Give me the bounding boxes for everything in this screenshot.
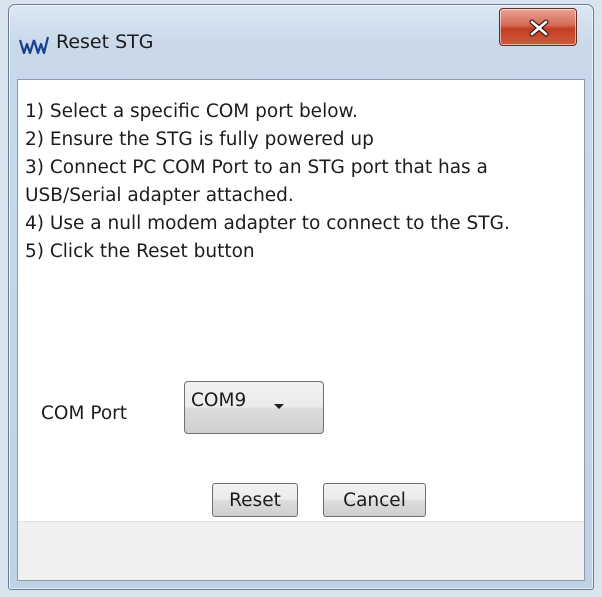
chevron-down-icon bbox=[274, 404, 284, 409]
com-port-label: COM Port bbox=[41, 403, 127, 424]
title-bar[interactable]: Reset STG bbox=[9, 5, 593, 81]
instruction-step: 5) Click the Reset button bbox=[25, 241, 255, 262]
instruction-step: 3) Connect PC COM Port to an STG port th… bbox=[25, 157, 488, 206]
dialog-content: 1) Select a specific COM port below. 2) … bbox=[17, 79, 585, 581]
reset-button[interactable]: Reset bbox=[212, 483, 298, 517]
instruction-step: 2) Ensure the STG is fully powered up bbox=[25, 129, 374, 150]
com-port-select[interactable]: COM9 bbox=[184, 381, 324, 434]
close-icon bbox=[529, 19, 549, 37]
instruction-step: 4) Use a null modem adapter to connect t… bbox=[25, 213, 510, 234]
ww-logo-icon bbox=[18, 36, 51, 56]
com-port-selected-value: COM9 bbox=[191, 390, 247, 411]
reset-stg-dialog: Reset STG 1) Select a specific COM port … bbox=[8, 4, 594, 590]
window-title: Reset STG bbox=[56, 31, 154, 53]
close-button[interactable] bbox=[499, 8, 577, 46]
instruction-step: 1) Select a specific COM port below. bbox=[25, 101, 358, 122]
instruction-list: 1) Select a specific COM port below. 2) … bbox=[25, 98, 581, 266]
cancel-button[interactable]: Cancel bbox=[323, 483, 426, 517]
dialog-footer bbox=[18, 521, 584, 580]
